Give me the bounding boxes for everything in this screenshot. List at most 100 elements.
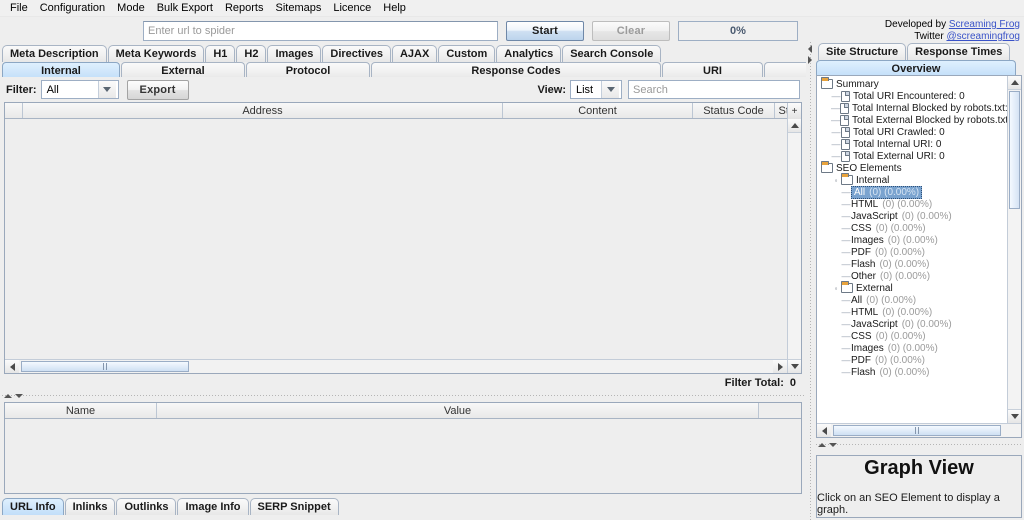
twitter-handle-link[interactable]: @screamingfrog <box>946 31 1020 42</box>
menu-item-configuration[interactable]: Configuration <box>34 1 111 15</box>
tree-node-flash[interactable]: — Flash (0) (0.00%) <box>819 258 1007 270</box>
tab-h1[interactable]: H1 <box>205 45 236 62</box>
splitter-collapse-left-icon[interactable] <box>808 45 812 53</box>
tree-node-label: Internal <box>856 174 890 186</box>
detail-tab-url-info[interactable]: URL Info <box>2 498 64 515</box>
splitter-collapse-down-icon[interactable] <box>15 393 23 398</box>
tree-node-external[interactable]: ◦ External <box>819 281 1007 294</box>
sidebar-horizontal-splitter[interactable] <box>816 440 1022 449</box>
tree-node-flash[interactable]: — Flash (0) (0.00%) <box>819 366 1007 378</box>
document-icon <box>841 90 850 102</box>
menu-item-help[interactable]: Help <box>377 1 412 15</box>
screaming-frog-link[interactable]: Screaming Frog <box>949 19 1020 30</box>
tree-node-html[interactable]: — HTML (0) (0.00%) <box>819 306 1007 318</box>
tree-h-scroll-thumb[interactable] <box>833 425 1001 436</box>
detail-tab-outlinks[interactable]: Outlinks <box>116 498 177 515</box>
detail-tab-image-info[interactable]: Image Info <box>177 498 249 515</box>
tree-node-label: CSS <box>851 330 872 342</box>
scroll-left-icon[interactable] <box>5 360 19 373</box>
tree-node-pdf[interactable]: — PDF (0) (0.00%) <box>819 246 1007 258</box>
sidebar-tab-site-structure[interactable]: Site Structure <box>818 43 907 60</box>
vertical-splitter[interactable] <box>806 42 814 520</box>
splitter-collapse-down-icon[interactable] <box>829 442 837 447</box>
tab-images[interactable]: Images <box>267 45 322 62</box>
tree-node-images[interactable]: — Images (0) (0.00%) <box>819 342 1007 354</box>
detail-tab-serp-snippet[interactable]: SERP Snippet <box>249 498 339 515</box>
tree-node-label: HTML <box>851 306 879 318</box>
tree-branch-line: — <box>841 271 851 281</box>
tree-branch-line: — <box>841 247 851 257</box>
crawl-progress: 0% <box>678 20 798 41</box>
scroll-left-icon[interactable] <box>817 424 831 437</box>
tab-directives[interactable]: Directives <box>322 45 391 62</box>
tree-node-total-external-uri-0[interactable]: — Total External URI: 0 <box>819 150 1007 162</box>
tree-node-internal[interactable]: ◦ Internal <box>819 173 1007 186</box>
splitter-collapse-up-icon[interactable] <box>818 442 826 447</box>
start-button[interactable]: Start <box>506 20 584 41</box>
tree-node-total-internal-blocked-by-robots-txt-0[interactable]: — Total Internal Blocked by robots.txt: 0 <box>819 102 1007 114</box>
sidebar-tab-response-times[interactable]: Response Times <box>907 43 1011 60</box>
plus-icon[interactable]: + <box>787 103 801 119</box>
tab-search-console[interactable]: Search Console <box>562 45 662 62</box>
h-scroll-thumb[interactable] <box>21 361 189 372</box>
tab-custom[interactable]: Custom <box>438 45 496 62</box>
table-vertical-scrollbar[interactable] <box>787 119 801 373</box>
scroll-right-icon[interactable] <box>1007 437 1021 438</box>
menu-item-bulk-export[interactable]: Bulk Export <box>151 1 219 15</box>
tree-node-css[interactable]: — CSS (0) (0.00%) <box>819 222 1007 234</box>
tree-node-label: Total Internal Blocked by robots.txt: 0 <box>852 102 1007 114</box>
tree-node-all[interactable]: — All (0) (0.00%) <box>819 185 1007 199</box>
filter-select[interactable]: All <box>40 80 119 99</box>
tree-expander-icon[interactable]: ◦ <box>831 284 841 293</box>
splitter-collapse-right-icon[interactable] <box>808 56 812 64</box>
tab-meta-description[interactable]: Meta Description <box>2 45 107 62</box>
menu-item-sitemaps[interactable]: Sitemaps <box>269 1 327 15</box>
table-horizontal-scrollbar[interactable] <box>5 359 787 373</box>
scroll-down-icon[interactable] <box>788 359 801 373</box>
column-header-status-code[interactable]: Status Code <box>693 103 775 118</box>
menu-item-licence[interactable]: Licence <box>327 1 377 15</box>
results-table: AddressContentStatus CodeSta + <box>4 102 802 374</box>
tree-vertical-scrollbar[interactable] <box>1007 76 1021 423</box>
scroll-up-icon[interactable] <box>1008 76 1021 90</box>
export-button[interactable]: Export <box>126 79 189 100</box>
splitter-collapse-up-icon[interactable] <box>4 393 12 398</box>
tree-node-html[interactable]: — HTML (0) (0.00%) <box>819 198 1007 210</box>
column-header-address[interactable]: Address <box>23 103 503 118</box>
tab-h2[interactable]: H2 <box>236 45 267 62</box>
menu-item-mode[interactable]: Mode <box>111 1 151 15</box>
detail-column-header-value[interactable]: Value <box>157 403 759 418</box>
search-input[interactable] <box>628 80 800 99</box>
tree-node-total-external-blocked-by-robots-txt-0[interactable]: — Total External Blocked by robots.txt: 0 <box>819 114 1007 126</box>
tree-node-all[interactable]: — All (0) (0.00%) <box>819 294 1007 306</box>
tree-node-css[interactable]: — CSS (0) (0.00%) <box>819 330 1007 342</box>
column-header-content[interactable]: Content <box>503 103 693 118</box>
view-select[interactable]: List <box>570 80 622 99</box>
horizontal-splitter[interactable] <box>2 392 804 399</box>
tree-expander-icon[interactable]: ◦ <box>831 176 841 185</box>
tree-node-total-internal-uri-0[interactable]: — Total Internal URI: 0 <box>819 138 1007 150</box>
tree-node-javascript[interactable]: — JavaScript (0) (0.00%) <box>819 210 1007 222</box>
menu-item-reports[interactable]: Reports <box>219 1 270 15</box>
scroll-down-icon[interactable] <box>1008 409 1021 423</box>
tree-node-summary[interactable]: Summary <box>819 77 1007 90</box>
tree-node-javascript[interactable]: — JavaScript (0) (0.00%) <box>819 318 1007 330</box>
detail-column-header-name[interactable]: Name <box>5 403 157 418</box>
tree-node-images[interactable]: — Images (0) (0.00%) <box>819 234 1007 246</box>
tree-v-scroll-thumb[interactable] <box>1009 91 1020 209</box>
tree-node-pdf[interactable]: — PDF (0) (0.00%) <box>819 354 1007 366</box>
tree-node-total-uri-crawled-0[interactable]: — Total URI Crawled: 0 <box>819 126 1007 138</box>
detail-tab-inlinks[interactable]: Inlinks <box>64 498 116 515</box>
clear-button[interactable]: Clear <box>592 20 670 41</box>
tree-node-total-uri-encountered-0[interactable]: — Total URI Encountered: 0 <box>819 90 1007 102</box>
tree-node-label: Other <box>851 270 877 282</box>
scroll-right-icon[interactable] <box>773 360 787 373</box>
tab-analytics[interactable]: Analytics <box>496 45 562 62</box>
tree-horizontal-scrollbar[interactable] <box>817 423 1021 437</box>
menu-item-file[interactable]: File <box>4 1 34 15</box>
url-input[interactable] <box>143 20 498 41</box>
tab-ajax[interactable]: AJAX <box>391 45 438 62</box>
tab-meta-keywords[interactable]: Meta Keywords <box>107 45 205 62</box>
scroll-up-icon[interactable] <box>788 119 801 133</box>
developed-by-label: Developed by <box>884 19 949 30</box>
